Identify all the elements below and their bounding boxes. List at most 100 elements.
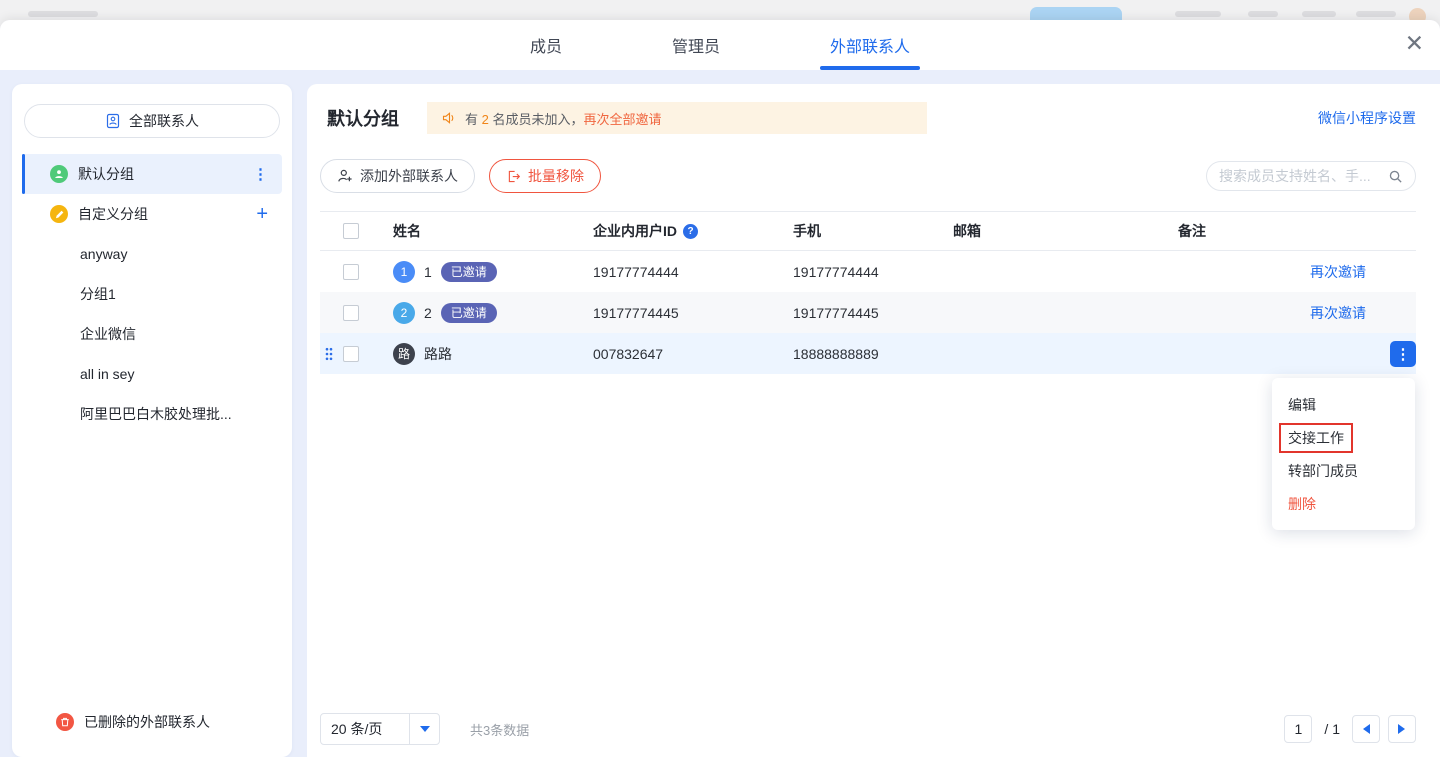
sidebar: 全部联系人 默认分组 ⋮ 自定义分组 + anyway 分组1 企业微信 all… bbox=[12, 84, 292, 757]
row-checkbox[interactable] bbox=[343, 346, 359, 362]
dropdown-arrow-segment[interactable] bbox=[409, 714, 439, 744]
modal-body: 全部联系人 默认分组 ⋮ 自定义分组 + anyway 分组1 企业微信 all… bbox=[0, 70, 1440, 757]
phone-cell: 18888888889 bbox=[793, 346, 953, 362]
page-title: 默认分组 bbox=[327, 105, 399, 131]
previous-page-button[interactable] bbox=[1352, 715, 1380, 743]
sidebar-item-anyway[interactable]: anyway bbox=[12, 234, 292, 274]
user-id-cell: 19177774444 bbox=[593, 264, 793, 280]
header-phone: 手机 bbox=[793, 221, 953, 241]
arrow-left-icon bbox=[1358, 724, 1370, 734]
arrow-right-icon bbox=[1398, 724, 1410, 734]
background-ghost-element bbox=[1302, 11, 1336, 17]
all-contacts-button[interactable]: 全部联系人 bbox=[24, 104, 280, 138]
avatar: 1 bbox=[393, 261, 415, 283]
page-size-select[interactable]: 20 条/页 bbox=[320, 713, 440, 745]
table-row: 2 2 已邀请 19177774445 19177774445 再次邀请 bbox=[320, 292, 1416, 333]
all-contacts-label: 全部联系人 bbox=[129, 111, 199, 131]
sidebar-item-wework[interactable]: 企业微信 bbox=[12, 314, 292, 354]
deleted-contacts-label: 已删除的外部联系人 bbox=[84, 712, 210, 732]
group-more-icon[interactable]: ⋮ bbox=[253, 165, 268, 183]
person-add-icon bbox=[337, 168, 353, 184]
row-checkbox[interactable] bbox=[343, 264, 359, 280]
main-header: 默认分组 有 2 名成员未加入，再次全部邀请 微信小程序设置 bbox=[320, 101, 1416, 135]
search-icon[interactable] bbox=[1388, 169, 1403, 184]
table-row: 1 1 已邀请 19177774444 19177774444 再次邀请 bbox=[320, 251, 1416, 292]
menu-item-transfer-department-member[interactable]: 转部门成员 bbox=[1272, 454, 1415, 487]
help-icon[interactable]: ? bbox=[683, 224, 698, 239]
table-header-row: 姓名 企业内用户ID ? 手机 邮箱 备注 bbox=[320, 211, 1416, 251]
menu-item-edit[interactable]: 编辑 bbox=[1272, 388, 1415, 421]
row-checkbox[interactable] bbox=[343, 305, 359, 321]
header-note: 备注 bbox=[1178, 221, 1298, 241]
wechat-miniprogram-settings-link[interactable]: 微信小程序设置 bbox=[1318, 108, 1416, 128]
menu-item-delete[interactable]: 删除 bbox=[1272, 487, 1415, 520]
add-group-icon[interactable]: + bbox=[256, 204, 268, 224]
sidebar-item-group1[interactable]: 分组1 bbox=[12, 274, 292, 314]
reinvite-link[interactable]: 再次邀请 bbox=[1310, 305, 1366, 321]
invite-banner: 有 2 名成员未加入，再次全部邀请 bbox=[427, 102, 927, 134]
uninvited-count: 2 bbox=[482, 112, 489, 127]
highlight-annotation-box: 交接工作 bbox=[1279, 423, 1353, 453]
menu-item-handover-work[interactable]: 交接工作 bbox=[1272, 421, 1415, 454]
member-name: 1 bbox=[424, 264, 432, 280]
row-context-menu: 编辑 交接工作 转部门成员 删除 bbox=[1272, 378, 1415, 530]
reinvite-link[interactable]: 再次邀请 bbox=[1310, 264, 1366, 280]
page-size-value: 20 条/页 bbox=[321, 714, 409, 744]
background-ghost-element bbox=[1248, 11, 1278, 17]
toolbar: 添加外部联系人 批量移除 bbox=[320, 159, 1416, 193]
pager: 1 / 1 bbox=[1284, 715, 1416, 743]
header-name: 姓名 bbox=[393, 221, 593, 241]
megaphone-icon bbox=[441, 110, 457, 126]
tab-external-contacts[interactable]: 外部联系人 bbox=[818, 20, 922, 70]
main-panel: 默认分组 有 2 名成员未加入，再次全部邀请 微信小程序设置 bbox=[307, 84, 1440, 757]
member-search-box bbox=[1206, 161, 1416, 191]
background-page-strip bbox=[0, 0, 1440, 20]
invited-badge: 已邀请 bbox=[441, 262, 497, 282]
sidebar-item-alibaba[interactable]: 阿里巴巴白木胶处理批... bbox=[12, 394, 292, 434]
row-more-button[interactable]: ⋮ bbox=[1390, 341, 1416, 367]
invited-badge: 已邀请 bbox=[441, 303, 497, 323]
sidebar-item-default-group[interactable]: 默认分组 ⋮ bbox=[22, 154, 282, 194]
chevron-down-icon bbox=[420, 726, 430, 737]
background-button-ghost bbox=[1030, 7, 1122, 20]
member-name: 2 bbox=[424, 305, 432, 321]
user-id-cell: 007832647 bbox=[593, 346, 793, 362]
sidebar-item-all-in-sey[interactable]: all in sey bbox=[12, 354, 292, 394]
default-group-label: 默认分组 bbox=[78, 164, 134, 184]
modal-header: 成员 管理员 外部联系人 ✕ bbox=[0, 20, 1440, 70]
tab-bar: 成员 管理员 外部联系人 bbox=[518, 20, 922, 70]
group-edit-icon bbox=[50, 205, 68, 223]
avatar: 2 bbox=[393, 302, 415, 324]
custom-group-label: 自定义分组 bbox=[78, 204, 148, 224]
add-external-contact-button[interactable]: 添加外部联系人 bbox=[320, 159, 475, 193]
pagination-bar: 20 条/页 共3条数据 1 / 1 bbox=[320, 711, 1416, 747]
sidebar-item-custom-group[interactable]: 自定义分组 + bbox=[22, 194, 282, 234]
table-row: 路 路路 007832647 18888888889 ⋮ bbox=[320, 333, 1416, 374]
next-page-button[interactable] bbox=[1388, 715, 1416, 743]
member-name: 路路 bbox=[424, 344, 452, 364]
sidebar-item-deleted-contacts[interactable]: 已删除的外部联系人 bbox=[12, 705, 292, 739]
header-email: 邮箱 bbox=[953, 221, 1178, 241]
total-pages-label: / 1 bbox=[1324, 721, 1340, 737]
search-input[interactable] bbox=[1219, 168, 1388, 184]
batch-remove-button[interactable]: 批量移除 bbox=[489, 159, 601, 193]
reinvite-all-link[interactable]: 再次全部邀请 bbox=[584, 112, 662, 127]
trash-icon bbox=[56, 713, 74, 731]
contacts-table: 姓名 企业内用户ID ? 手机 邮箱 备注 1 1 已 bbox=[320, 211, 1416, 374]
tab-admins[interactable]: 管理员 bbox=[660, 20, 732, 70]
select-all-checkbox[interactable] bbox=[343, 223, 359, 239]
tab-members[interactable]: 成员 bbox=[518, 20, 574, 70]
current-page-box[interactable]: 1 bbox=[1284, 715, 1312, 743]
background-ghost-element bbox=[1356, 11, 1396, 17]
contact-book-icon bbox=[105, 113, 121, 129]
background-ghost-element bbox=[1175, 11, 1221, 17]
drag-handle-icon[interactable] bbox=[325, 347, 333, 361]
phone-cell: 19177774444 bbox=[793, 264, 953, 280]
header-user-id: 企业内用户ID ? bbox=[593, 221, 793, 241]
user-id-cell: 19177774445 bbox=[593, 305, 793, 321]
phone-cell: 19177774445 bbox=[793, 305, 953, 321]
avatar: 路 bbox=[393, 343, 415, 365]
group-person-icon bbox=[50, 165, 68, 183]
close-icon[interactable]: ✕ bbox=[1405, 32, 1424, 55]
banner-text: 有 2 名成员未加入，再次全部邀请 bbox=[465, 109, 662, 128]
